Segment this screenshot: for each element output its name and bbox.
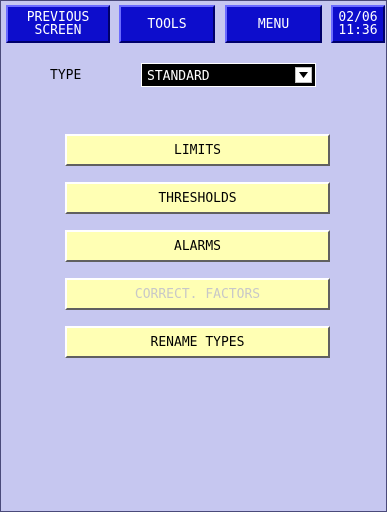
date-time-display: 02/06 11:36 — [331, 5, 385, 43]
previous-screen-button[interactable]: PREVIOUS SCREEN — [6, 5, 110, 43]
limits-button[interactable]: LIMITS — [65, 134, 330, 166]
type-dropdown-value: STANDARD — [147, 69, 210, 84]
alarms-button[interactable]: ALARMS — [65, 230, 330, 262]
type-dropdown[interactable]: STANDARD — [141, 63, 316, 87]
correct-factors-button: CORRECT. FACTORS — [65, 278, 330, 310]
tools-button[interactable]: TOOLS — [119, 5, 215, 43]
dropdown-arrow-icon[interactable] — [295, 67, 312, 83]
menu-button[interactable]: MENU — [225, 5, 322, 43]
screen-panel: PREVIOUS SCREEN TOOLS MENU 02/06 11:36 T… — [0, 0, 387, 512]
top-bar: PREVIOUS SCREEN TOOLS MENU 02/06 11:36 — [1, 1, 386, 48]
rename-types-button[interactable]: RENAME TYPES — [65, 326, 330, 358]
thresholds-button[interactable]: THRESHOLDS — [65, 182, 330, 214]
type-label: TYPE — [50, 68, 82, 83]
